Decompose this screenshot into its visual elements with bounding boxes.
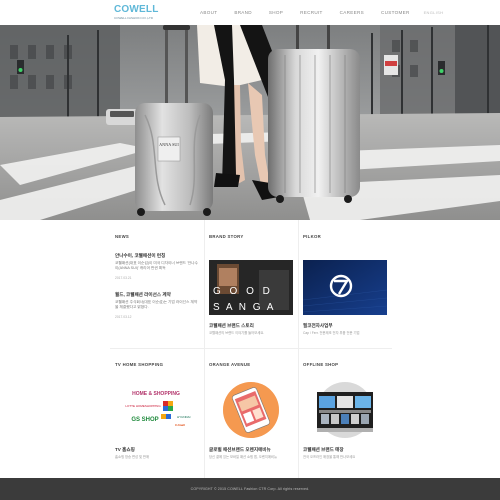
news-heading: NEWS bbox=[115, 234, 130, 239]
cowell-logo[interactable]: COWELL COWELL FASHION CO.,LTD bbox=[114, 4, 164, 22]
news-item[interactable]: 월드, 코웰패션 라이선스 계약 코웰패션 주식회사(대표 이순섭)는 기업 라… bbox=[115, 292, 199, 320]
news-item-title: 월드, 코웰패션 라이선스 계약 bbox=[115, 292, 171, 297]
hyundai-logo: HYUNDAI bbox=[177, 415, 191, 419]
nav-item-shop[interactable]: SHOP bbox=[269, 9, 283, 17]
orange-avenue-section: ORANGE AVENUE bbox=[209, 362, 303, 368]
orange-avenue-card-title[interactable]: 글로벌 패션브랜드 오렌지애비뉴 bbox=[209, 447, 271, 453]
copyright-text: COPYRIGHT © 2015 COWELL Fashion CTR Corp… bbox=[190, 487, 310, 491]
offline-shop-card-desc: 전국 오프라인 매장을 통해 만나보세요 bbox=[303, 455, 356, 459]
pilkor-heading: PILKOR bbox=[303, 234, 322, 239]
offline-shop-thumbnail[interactable] bbox=[303, 378, 387, 442]
site-header: COWELL COWELL FASHION CO.,LTD ABOUT BRAN… bbox=[0, 0, 500, 25]
news-item[interactable]: 안나수이, 코웰패션이 런칭 코웰패션(대표 이순섭)이 미국 디자이너 브랜드… bbox=[115, 253, 199, 281]
brand-story-card-title[interactable]: 코웰패션 브랜드 스토리 bbox=[209, 323, 254, 329]
tv-shopping-card-title[interactable]: TV 홈쇼핑 bbox=[115, 447, 135, 453]
orange-avenue-image bbox=[223, 382, 279, 438]
suitcase-tag-text: ANNA SUI bbox=[159, 142, 179, 147]
pilkor-logo-image bbox=[303, 260, 387, 315]
lotte-logo: LOTTE HOMESHOPPING bbox=[125, 404, 161, 408]
nav-item-brand[interactable]: BRAND bbox=[234, 9, 252, 17]
nav-item-recruit[interactable]: RECRUIT bbox=[300, 9, 323, 17]
brand-story-heading: BRAND STORY bbox=[209, 234, 244, 239]
news-item-date: 2017.03.21 bbox=[115, 276, 132, 280]
nav-item-about[interactable]: ABOUT bbox=[200, 9, 217, 17]
tv-shopping-card-desc: 홈쇼핑 방송 편성 및 판매 bbox=[115, 455, 149, 459]
orange-avenue-thumbnail[interactable] bbox=[209, 378, 293, 442]
nav-item-careers[interactable]: CAREERS bbox=[340, 9, 364, 17]
offline-shop-image bbox=[317, 382, 373, 438]
brand-story-card-desc: 코웰패션의 브랜드 이야기를 들어보세요. bbox=[209, 331, 265, 335]
column-divider bbox=[204, 220, 205, 478]
tv-shopping-thumbnail[interactable]: HOME & SHOPPING LOTTE HOMESHOPPING GS SH… bbox=[115, 382, 199, 442]
cjmall-logo: CJmall bbox=[175, 423, 185, 427]
tv-shopping-logos: HOME & SHOPPING LOTTE HOMESHOPPING GS SH… bbox=[125, 391, 191, 427]
logo-subtitle: COWELL FASHION CO.,LTD bbox=[114, 16, 154, 20]
pilkor-thumbnail[interactable] bbox=[303, 260, 387, 315]
orange-avenue-card-desc: 당신 곁에 있는 모바일 패션 쇼핑 앱, 오렌지애비뉴 bbox=[209, 455, 277, 459]
orange-avenue-heading: ORANGE AVENUE bbox=[209, 362, 251, 367]
brand-story-section: BRAND STORY bbox=[209, 234, 303, 240]
pilkor-section: PILKOR bbox=[303, 234, 397, 240]
content-panel: NEWS 안나수이, 코웰패션이 런칭 코웰패션(대표 이순섭)이 미국 디자이… bbox=[110, 220, 392, 478]
nav-item-customer[interactable]: CUSTOMER bbox=[381, 9, 410, 17]
brand-story-thumb-line2: S A N G A bbox=[213, 302, 275, 313]
news-item-desc: 코웰패션(대표 이순섭)이 미국 디자이너 브랜드 '안나수이(ANNA SUI… bbox=[115, 261, 198, 270]
news-item-title: 안나수이, 코웰패션이 런칭 bbox=[115, 253, 166, 258]
offline-shop-heading: OFFLINE SHOP bbox=[303, 362, 339, 367]
tv-shopping-heading: TV HOME SHOPPING bbox=[115, 362, 164, 367]
pilkor-card-desc: Cap / Ferr. 전문제조 전자 부품 전문 기업 bbox=[303, 331, 360, 335]
tv-shopping-section: TV HOME SHOPPING bbox=[115, 362, 209, 368]
language-switch[interactable]: ENGLISH bbox=[424, 9, 444, 17]
row-divider bbox=[110, 348, 392, 349]
logo-mark: COWELL bbox=[114, 4, 159, 15]
news-item-desc: 코웰패션 주식회사(대표 이순섭)는 기업 라이선스 계약을 체결했다고 밝혔다… bbox=[115, 300, 198, 309]
hero-photo: ANNA SUI bbox=[0, 25, 500, 220]
brand-story-thumb-line1: G O O D bbox=[213, 286, 273, 297]
brand-story-thumbnail[interactable]: G O O D S A N G A bbox=[209, 260, 293, 315]
pilkor-card-title[interactable]: 필코전자사업부 bbox=[303, 323, 333, 329]
brand-story-image: G O O D S A N G A bbox=[209, 260, 293, 315]
home-shopping-logo: HOME & SHOPPING bbox=[132, 391, 180, 397]
offline-shop-card-title[interactable]: 코웰패션 브랜드 매장 bbox=[303, 447, 344, 453]
news-section: NEWS 안나수이, 코웰패션이 런칭 코웰패션(대표 이순섭)이 미국 디자이… bbox=[115, 234, 199, 320]
hero-banner: ANNA SUI bbox=[0, 25, 500, 220]
offline-shop-section: OFFLINE SHOP bbox=[303, 362, 397, 368]
column-divider bbox=[298, 220, 299, 478]
main-nav: ABOUT BRAND SHOP RECRUIT CAREERS CUSTOME… bbox=[200, 9, 443, 17]
site-footer: COPYRIGHT © 2015 COWELL Fashion CTR Corp… bbox=[0, 478, 500, 500]
gs-shop-logo: GS SHOP bbox=[131, 417, 158, 423]
news-item-date: 2017.03.12 bbox=[115, 315, 132, 319]
